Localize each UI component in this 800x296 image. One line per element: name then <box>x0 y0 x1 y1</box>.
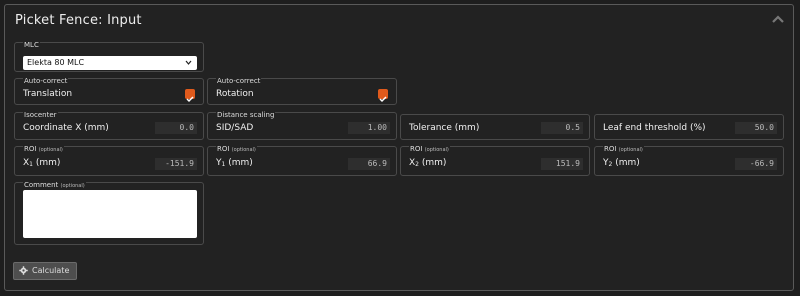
autocorrect-translation-legend: Auto-correct <box>23 77 69 85</box>
tolerance-label: Tolerance (mm) <box>409 123 480 133</box>
calculate-button[interactable]: Calculate <box>13 262 77 280</box>
tolerance-group: Tolerance (mm) 0.5 <box>400 114 590 140</box>
roi-y2-legend: ROI (optional) <box>603 145 644 154</box>
rotation-checkbox[interactable] <box>378 89 388 103</box>
comment-group: Comment (optional) <box>14 181 204 245</box>
roi-y2-group: ROI (optional) Y2 (mm) -66.9 <box>594 145 784 176</box>
leaf-threshold-group: Leaf end threshold (%) 50.0 <box>594 114 784 140</box>
comment-textarea[interactable] <box>23 190 197 238</box>
roi-y2-label: Y2 (mm) <box>603 158 640 168</box>
mlc-selected-value: Elekta 80 MLC <box>27 58 85 67</box>
sid-sad-input[interactable]: 1.00 <box>348 122 390 134</box>
gear-icon <box>19 266 28 275</box>
panel-title: Picket Fence: Input <box>15 13 142 28</box>
roi-x1-input[interactable]: -151.9 <box>155 158 197 170</box>
mlc-group: MLC Elekta 80 MLC <box>14 41 204 72</box>
autocorrect-translation-group: Auto-correct Translation <box>14 77 204 105</box>
calculate-label: Calculate <box>32 266 70 275</box>
roi-x2-label: X2 (mm) <box>409 158 447 168</box>
leaf-threshold-input[interactable]: 50.0 <box>735 122 777 134</box>
chevron-down-icon <box>185 60 192 65</box>
roi-y2-input[interactable]: -66.9 <box>735 158 777 170</box>
isocenter-legend: Isocenter <box>23 111 58 119</box>
roi-x1-group: ROI (optional) X1 (mm) -151.9 <box>14 145 204 176</box>
roi-x2-input[interactable]: 151.9 <box>541 158 583 170</box>
check-icon <box>379 96 387 103</box>
roi-x2-legend: ROI (optional) <box>409 145 450 154</box>
roi-y1-legend: ROI (optional) <box>216 145 257 154</box>
check-icon <box>186 96 194 103</box>
comment-legend: Comment (optional) <box>23 181 86 190</box>
roi-x1-legend: ROI (optional) <box>23 145 64 154</box>
sid-sad-label: SID/SAD <box>216 123 254 133</box>
mlc-legend: MLC <box>23 41 40 49</box>
translation-checkbox[interactable] <box>185 89 195 103</box>
chevron-up-icon[interactable] <box>771 13 785 27</box>
distance-scaling-legend: Distance scaling <box>216 111 276 119</box>
roi-y1-group: ROI (optional) Y1 (mm) 66.9 <box>207 145 397 176</box>
distance-scaling-group: Distance scaling SID/SAD 1.00 <box>207 111 397 140</box>
tolerance-input[interactable]: 0.5 <box>541 122 583 134</box>
roi-y1-label: Y1 (mm) <box>216 158 253 168</box>
roi-x2-group: ROI (optional) X2 (mm) 151.9 <box>400 145 590 176</box>
autocorrect-rotation-group: Auto-correct Rotation <box>207 77 397 105</box>
isocenter-group: Isocenter Coordinate X (mm) 0.0 <box>14 111 204 140</box>
rotation-label: Rotation <box>216 89 254 99</box>
translation-label: Translation <box>23 89 73 99</box>
roi-y1-input[interactable]: 66.9 <box>348 158 390 170</box>
leaf-threshold-label: Leaf end threshold (%) <box>603 123 706 133</box>
autocorrect-rotation-legend: Auto-correct <box>216 77 262 85</box>
roi-x1-label: X1 (mm) <box>23 158 61 168</box>
coordinate-x-input[interactable]: 0.0 <box>155 122 197 134</box>
mlc-select[interactable]: Elekta 80 MLC <box>23 56 197 70</box>
coordinate-x-label: Coordinate X (mm) <box>23 123 109 133</box>
